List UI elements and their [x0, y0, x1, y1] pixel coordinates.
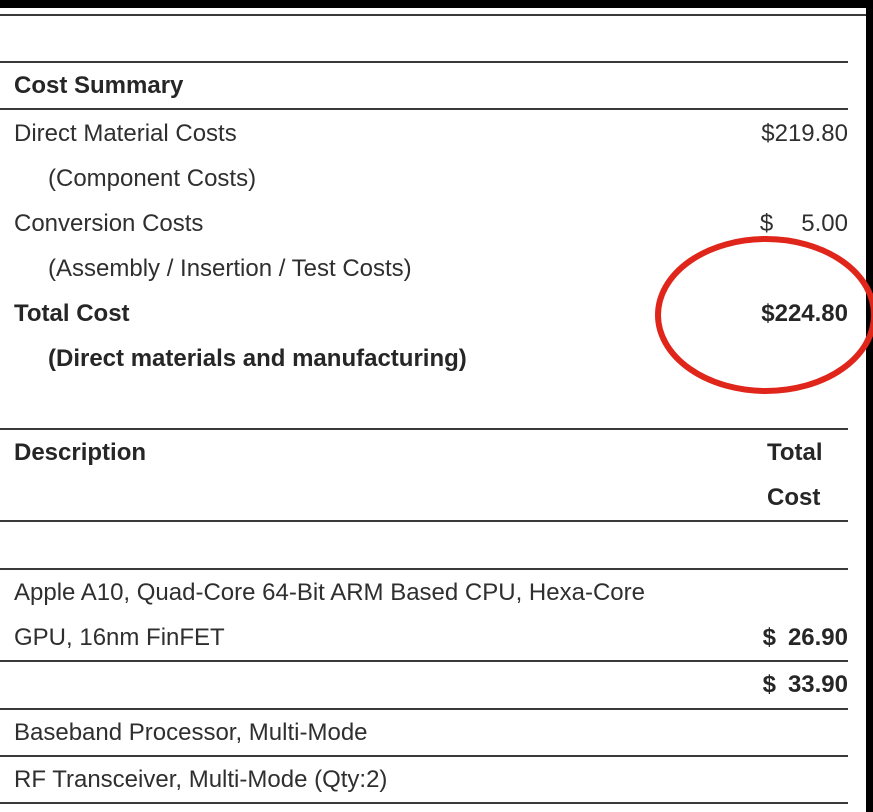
document-page: Cost Summary Direct Material Costs $219.…	[0, 8, 866, 812]
divider	[0, 520, 848, 522]
divider	[0, 61, 848, 63]
description-header: Description	[14, 439, 147, 466]
direct-material-sublabel: (Component Costs)	[48, 165, 257, 192]
total-cost-sublabel: (Direct materials and manufacturing)	[48, 345, 467, 372]
table-row-amount: $26.90	[762, 624, 848, 651]
divider	[0, 802, 848, 804]
divider	[0, 568, 848, 570]
table-row-description: RF Transceiver, Multi-Mode (Qty:2)	[14, 766, 388, 793]
table-row-description: Apple A10, Quad-Core 64-Bit ARM Based CP…	[14, 579, 645, 606]
direct-material-label: Direct Material Costs	[14, 120, 237, 147]
table-row-description-cont: GPU, 16nm FinFET	[14, 624, 225, 651]
conversion-amount: $5.00	[759, 210, 848, 237]
cost-summary-heading: Cost Summary	[14, 72, 184, 99]
total-cost-amount: $224.80	[761, 300, 848, 327]
conversion-label: Conversion Costs	[14, 210, 204, 237]
total-cost-header-line1: Total	[767, 439, 823, 466]
divider	[0, 108, 848, 110]
divider	[0, 428, 848, 430]
table-row-description: Baseband Processor, Multi-Mode	[14, 719, 368, 746]
conversion-sublabel: (Assembly / Insertion / Test Costs)	[48, 255, 412, 282]
total-cost-header-line2: Cost	[767, 484, 821, 511]
divider	[0, 708, 848, 710]
direct-material-amount: $219.80	[761, 120, 848, 147]
divider	[0, 14, 866, 16]
divider	[0, 660, 848, 662]
total-cost-label: Total Cost	[14, 300, 130, 327]
divider	[0, 755, 848, 757]
table-row-amount: $33.90	[762, 671, 848, 698]
